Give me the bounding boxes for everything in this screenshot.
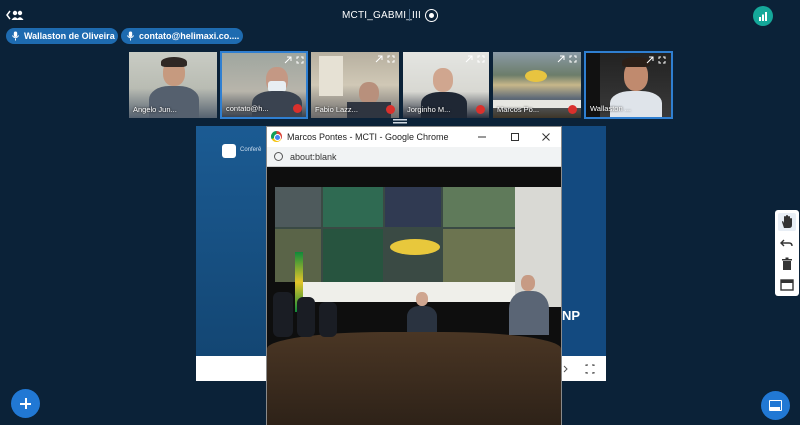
participant-name: Angelo Jun... (133, 105, 177, 114)
restore-presentation-button[interactable] (761, 391, 790, 420)
signal-bars-icon (759, 12, 767, 21)
participant-name: Fabio Lazz... (315, 105, 358, 114)
connection-status-button[interactable] (753, 6, 773, 26)
muted-mic-icon (293, 104, 302, 113)
hand-tool-icon[interactable] (778, 213, 796, 231)
expand-icon[interactable] (557, 55, 565, 63)
slide-side-text: NP (562, 308, 581, 323)
trash-icon[interactable] (778, 255, 796, 273)
microphone-icon (126, 31, 135, 41)
attendee (509, 275, 549, 335)
fullscreen-icon[interactable] (477, 55, 485, 63)
presentation-icon (769, 400, 782, 411)
users-list-icon[interactable] (6, 8, 24, 22)
presentation-zoom-controls[interactable] (562, 362, 602, 376)
webcam-tile[interactable]: Wallaston ... (584, 51, 673, 119)
webcam-tile[interactable]: Angelo Jun... (128, 51, 218, 119)
fullscreen-icon[interactable] (658, 56, 666, 64)
address-bar[interactable]: about:blank (267, 147, 561, 167)
chrome-window: Marcos Pontes - MCTI - Google Chrome abo… (266, 126, 562, 425)
info-icon[interactable] (274, 152, 283, 161)
top-bar: MCTI_GABMI_III (0, 0, 800, 30)
undo-icon[interactable] (778, 234, 796, 252)
participant-name: Wallaston ... (590, 104, 631, 113)
muted-mic-icon (568, 105, 577, 114)
expand-icon[interactable] (284, 56, 292, 64)
slide-logo-icon (222, 144, 236, 158)
actions-plus-button[interactable] (11, 389, 40, 418)
window-title: Marcos Pontes - MCTI - Google Chrome (287, 132, 449, 142)
fullscreen-icon[interactable] (296, 56, 304, 64)
maximize-icon[interactable] (508, 130, 522, 144)
close-icon[interactable] (539, 130, 553, 144)
participant-name: Marcos Po... (497, 105, 540, 114)
talking-indicator[interactable]: contato@helimaxi.co.... (121, 28, 243, 44)
expand-icon[interactable] (375, 55, 383, 63)
expand-icon[interactable] (465, 55, 473, 63)
webcam-tile[interactable]: Fabio Lazz... (310, 51, 400, 119)
microphone-icon (11, 31, 20, 41)
talker-name: Wallaston de Oliveira (24, 31, 115, 41)
whiteboard-icon[interactable] (778, 276, 796, 294)
talking-indicator[interactable]: Wallaston de Oliveira (6, 28, 118, 44)
conference-table (267, 332, 561, 425)
webcam-tile[interactable]: Marcos Po... (492, 51, 582, 119)
minimize-icon[interactable] (475, 130, 489, 144)
participant-name: contato@h... (226, 104, 269, 113)
annotation-toolbar (775, 210, 799, 296)
chrome-titlebar[interactable]: Marcos Pontes - MCTI - Google Chrome (267, 127, 561, 147)
talker-name: contato@helimaxi.co.... (139, 31, 240, 41)
conference-video (267, 167, 561, 425)
webcam-tile[interactable]: Jorginho M... (402, 51, 490, 119)
webcam-tile[interactable]: contato@h... (220, 51, 308, 119)
collapse-webcams-handle[interactable] (393, 119, 407, 125)
recording-icon[interactable] (425, 9, 438, 22)
muted-mic-icon (386, 105, 395, 114)
slide-logo-text: Conferê (240, 147, 262, 153)
url-text: about:blank (290, 152, 337, 162)
participant-name: Jorginho M... (407, 105, 451, 114)
title-separator (409, 9, 410, 21)
slide-left-panel (196, 126, 266, 356)
chairs (273, 292, 343, 337)
chrome-logo-icon (271, 131, 282, 142)
fullscreen-icon[interactable] (387, 55, 395, 63)
expand-icon[interactable] (646, 56, 654, 64)
fullscreen-icon[interactable] (569, 55, 577, 63)
video-wall (275, 187, 515, 282)
muted-mic-icon (476, 105, 485, 114)
speaker (407, 292, 437, 332)
